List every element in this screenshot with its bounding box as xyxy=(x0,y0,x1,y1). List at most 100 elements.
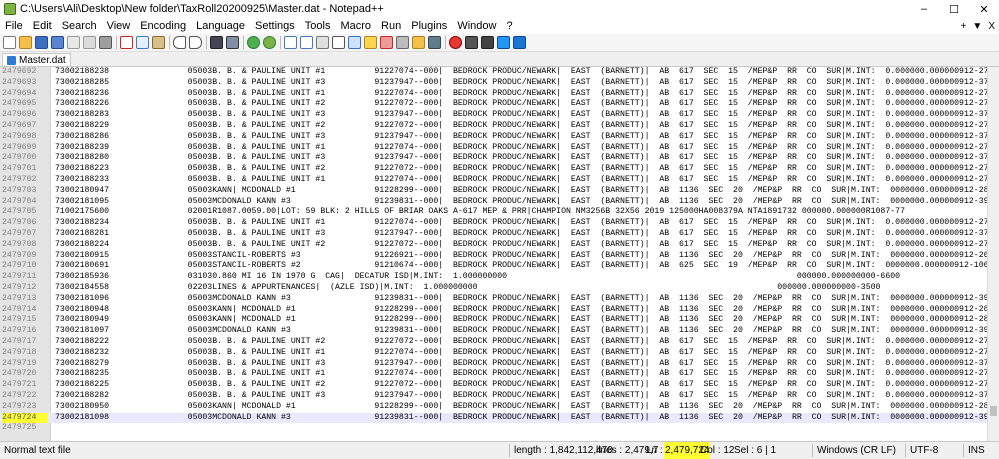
text-line[interactable]: 2479709 73002180915 05003STANCIL-ROBERTS … xyxy=(0,251,999,262)
text-line[interactable]: 2479694 73002188236 05003B. B. & PAULINE … xyxy=(0,89,999,100)
text-line[interactable]: 2479713 73002181096 05003MCDONALD KANN #3… xyxy=(0,294,999,305)
paste-icon[interactable] xyxy=(152,36,165,49)
doc-map-icon[interactable] xyxy=(380,36,393,49)
menu-window[interactable]: Window xyxy=(452,20,501,32)
save-all-icon[interactable] xyxy=(51,36,64,49)
menu-macro[interactable]: Macro xyxy=(335,20,376,32)
text-line[interactable]: 2479702 73002188233 05003B. B. & PAULINE … xyxy=(0,175,999,186)
status-ln-label: Ln : xyxy=(646,445,663,456)
monitor-icon[interactable] xyxy=(428,36,441,49)
indent-guide-icon[interactable] xyxy=(348,36,361,49)
menu-plugins[interactable]: Plugins xyxy=(406,20,452,32)
zoom-out-icon[interactable] xyxy=(263,36,276,49)
current-line[interactable]: 2479724 73002181098 05003MCDONALD KANN #3… xyxy=(0,412,999,424)
text-line[interactable]: 2479701 73002188223 05003B. B. & PAULINE … xyxy=(0,164,999,175)
find-icon[interactable] xyxy=(210,36,223,49)
menu-language[interactable]: Language xyxy=(191,20,250,32)
text-line[interactable]: 2479705 71002175600 02001R1087.0059.00|LO… xyxy=(0,207,999,218)
text-line[interactable]: 2479692 73002188238 05003B. B. & PAULINE … xyxy=(0,67,999,78)
text-line[interactable]: 2479693 73002188285 05003B. B. & PAULINE … xyxy=(0,78,999,89)
new-tab-plus-icon[interactable]: + xyxy=(961,21,967,32)
save-icon[interactable] xyxy=(35,36,48,49)
menu-view[interactable]: View xyxy=(102,20,136,32)
menu-run[interactable]: Run xyxy=(376,20,406,32)
user-language-icon[interactable] xyxy=(364,36,377,49)
close-window-button[interactable]: ✕ xyxy=(969,0,999,18)
status-eol[interactable]: Windows (CR LF) xyxy=(813,442,896,459)
print-icon[interactable] xyxy=(99,36,112,49)
text-line[interactable]: 2479700 73002188280 05003B. B. & PAULINE … xyxy=(0,153,999,164)
menu-tools[interactable]: Tools xyxy=(300,20,336,32)
text-line[interactable]: 2479717 73002188222 05003B. B. & PAULINE … xyxy=(0,337,999,348)
word-wrap-icon[interactable] xyxy=(316,36,329,49)
status-insert-mode[interactable]: INS xyxy=(964,442,985,459)
stop-macro-icon[interactable] xyxy=(465,36,478,49)
play-macro-icon[interactable] xyxy=(481,36,494,49)
sync-horizontal-icon[interactable] xyxy=(300,36,313,49)
text-line[interactable]: 2479715 73002180949 05003KANN| MCDONALD #… xyxy=(0,315,999,326)
folder-workspace-icon[interactable] xyxy=(412,36,425,49)
new-file-icon[interactable] xyxy=(3,36,16,49)
open-file-icon[interactable] xyxy=(19,36,32,49)
line-number: 2479716 xyxy=(2,326,37,336)
save-macro-icon[interactable] xyxy=(513,36,526,49)
copy-icon[interactable] xyxy=(136,36,149,49)
close-document-icon[interactable]: X xyxy=(988,21,995,32)
redo-icon[interactable] xyxy=(189,36,202,49)
undo-icon[interactable] xyxy=(173,36,186,49)
function-list-icon[interactable] xyxy=(396,36,409,49)
tab-master-dat[interactable]: Master.dat xyxy=(2,53,71,66)
replace-icon[interactable] xyxy=(226,36,239,49)
text-line[interactable]: 2479722 73002188282 05003B. B. & PAULINE … xyxy=(0,391,999,402)
vertical-scrollbar[interactable] xyxy=(987,67,999,441)
menu-search[interactable]: Search xyxy=(57,20,102,32)
text-line[interactable]: 2479697 73002188229 05003B. B. & PAULINE … xyxy=(0,121,999,132)
text-line[interactable]: 2479695 73002188226 05003B. B. & PAULINE … xyxy=(0,99,999,110)
toolbar-separator xyxy=(206,36,207,49)
editor-area[interactable]: 2479692 73002188238 05003B. B. & PAULINE … xyxy=(0,67,999,441)
menu-right-controls: + ▼ X xyxy=(961,18,995,34)
text-line[interactable]: 2479721 73002188225 05003B. B. & PAULINE … xyxy=(0,380,999,391)
text-line[interactable]: 2479699 73002188239 05003B. B. & PAULINE … xyxy=(0,143,999,154)
tab-list-dropdown-icon[interactable]: ▼ xyxy=(972,21,982,32)
text-line[interactable]: 2479710 73002180691 05003STANCIL-ROBERTS … xyxy=(0,261,999,272)
text-line[interactable]: 2479719 73002188279 05003B. B. & PAULINE … xyxy=(0,359,999,370)
close-icon[interactable] xyxy=(67,36,80,49)
maximize-button[interactable]: ☐ xyxy=(939,0,969,18)
cut-icon[interactable] xyxy=(120,36,133,49)
scrollbar-thumb[interactable] xyxy=(990,406,997,416)
menu-file[interactable]: File xyxy=(0,20,28,32)
text-line[interactable]: 2479718 73002188232 05003B. B. & PAULINE … xyxy=(0,348,999,359)
text-line[interactable]: 2479720 73002188235 05003B. B. & PAULINE … xyxy=(0,369,999,380)
text-line[interactable]: 2479716 73002181097 05003MCDONALD KANN #3… xyxy=(0,326,999,337)
text-line[interactable]: 2479725 xyxy=(0,423,999,434)
text-line[interactable]: 2479708 73002188224 05003B. B. & PAULINE … xyxy=(0,240,999,251)
text-line[interactable]: 2479703 73002180947 05003KANN| MCDONALD #… xyxy=(0,186,999,197)
text-line[interactable]: 2479706 73002188234 05003B. B. & PAULINE … xyxy=(0,218,999,229)
menu-help[interactable]: ? xyxy=(501,20,517,32)
toolbar-separator xyxy=(243,36,244,49)
record-macro-icon[interactable] xyxy=(449,36,462,49)
line-text: 73002181096 05003MCDONALD KANN #3 912398… xyxy=(55,293,999,303)
line-number: 2479725 xyxy=(2,423,37,433)
status-col: Col : 12 xyxy=(700,445,735,456)
text-line[interactable]: 2479704 73002181095 05003MCDONALD KANN #3… xyxy=(0,197,999,208)
zoom-in-icon[interactable] xyxy=(247,36,260,49)
menu-edit[interactable]: Edit xyxy=(28,20,57,32)
text-line[interactable]: 2479707 73002188281 05003B. B. & PAULINE … xyxy=(0,229,999,240)
run-macro-multiple-icon[interactable] xyxy=(497,36,510,49)
text-line[interactable]: 2479698 73002188286 05003B. B. & PAULINE … xyxy=(0,132,999,143)
menu-encoding[interactable]: Encoding xyxy=(135,20,191,32)
sync-vertical-icon[interactable] xyxy=(284,36,297,49)
text-line[interactable]: 2479696 73002188283 05003B. B. & PAULINE … xyxy=(0,110,999,121)
text-line[interactable]: 2479714 73002180948 05003KANN| MCDONALD #… xyxy=(0,305,999,316)
text-line[interactable]: 2479711 73002185936 031030.860 MI 16 IN 1… xyxy=(0,272,999,283)
minimize-button[interactable]: – xyxy=(909,0,939,18)
menu-settings[interactable]: Settings xyxy=(250,20,300,32)
show-all-chars-icon[interactable] xyxy=(332,36,345,49)
text-line[interactable]: 2479712 73002184558 02203LINES & APPURTEN… xyxy=(0,283,999,294)
close-all-icon[interactable] xyxy=(83,36,96,49)
text-line[interactable]: 2479723 73002180950 05003KANN| MCDONALD #… xyxy=(0,402,999,413)
notepadpp-app-icon[interactable] xyxy=(4,3,16,15)
status-encoding[interactable]: UTF-8 xyxy=(906,442,938,459)
